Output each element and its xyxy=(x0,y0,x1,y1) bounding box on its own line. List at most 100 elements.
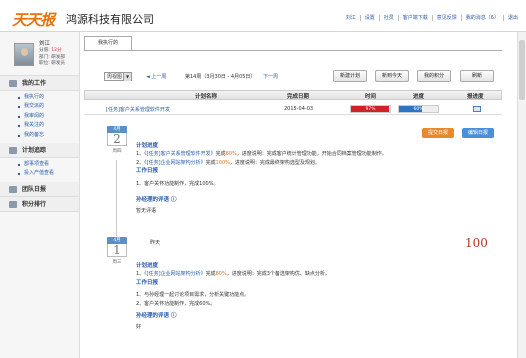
top-nav: 刘江 设置 社员 客户端下载 意见反馈 我的消息（6） 退出 xyxy=(342,15,522,21)
chevron-down-icon: ▼ xyxy=(123,73,131,81)
user-info: 刘江 分值: 12分 部门: 研发部 职位: 研发员 xyxy=(39,41,65,68)
top-link-settings[interactable]: 设置 xyxy=(359,15,379,21)
time-bar: 97% xyxy=(350,105,391,113)
work-item: 1、客户关怀功能制作，完成100%。 xyxy=(136,180,219,187)
dept-value: 研发部 xyxy=(51,54,66,60)
plan-item-link[interactable]: 《[任务]企业网站架构分析》 xyxy=(144,271,205,277)
user-name: 刘江 xyxy=(39,41,51,47)
sidebar-item-assigned[interactable]: 我交派的 xyxy=(0,102,79,111)
col-date: 完成日期 xyxy=(287,94,310,100)
scrollbar[interactable] xyxy=(517,32,526,358)
plan-item-link[interactable]: 《[任务]客户关系管理软件开发》 xyxy=(144,151,215,157)
review-title: 孙经理的评语 xyxy=(136,313,170,320)
date-day: 2 xyxy=(107,133,127,146)
section-my-work[interactable]: 我的工作 xyxy=(0,76,79,91)
date-weekday: 周三 xyxy=(112,260,122,265)
plan-item: 2、《[任务]企业网站架构分析》完成100%，进度说明：完成最终架构选型及规划。 xyxy=(136,159,387,167)
top-link-download[interactable]: 客户端下载 xyxy=(397,15,432,21)
plan-item: 1、《[任务]客户关系管理软件开发》完成60%，进度说明：完成客户统计管理功能，… xyxy=(136,150,387,158)
section-plan-tracking[interactable]: 计划追踪 xyxy=(0,143,79,159)
item-number: 1、 xyxy=(136,151,145,158)
work-item: 2、客户关怀功能制作，完成60%。 xyxy=(136,300,216,307)
section-ranking[interactable]: 积分排行 xyxy=(0,196,79,212)
chart-icon xyxy=(9,200,17,208)
help-icon[interactable]: ⓘ xyxy=(171,313,177,319)
top-link-members[interactable]: 社员 xyxy=(378,15,398,21)
date-weekday: 周四 xyxy=(112,149,122,154)
top-link-feedback[interactable]: 意见反馈 xyxy=(431,15,461,21)
work-report-heading: 工作日报 xyxy=(136,168,159,175)
progress-bar-label: 60% xyxy=(413,107,424,112)
sidebar-item-executing[interactable]: 我执行的 xyxy=(0,93,79,102)
section-label: 计划追踪 xyxy=(22,147,47,155)
plan-progress-heading: 计划进度 xyxy=(136,263,159,269)
title-value: 研发员 xyxy=(51,61,66,67)
sidebar-item-reviewing[interactable]: 我审阅的 xyxy=(0,112,79,121)
item-text: ，进度说明：完成3个备选架构优、缺点分析。 xyxy=(226,271,330,278)
item-percent: 80% xyxy=(215,271,227,278)
scrollbar-thumb[interactable] xyxy=(519,40,525,100)
plan-link[interactable]: [任务]客户关系管理软件开发 xyxy=(106,106,170,113)
tab-divider xyxy=(84,50,502,51)
review-text: 好 xyxy=(136,324,142,331)
refresh-button[interactable]: 刷新 xyxy=(460,70,494,82)
table-header: 计划名称 完成日期 时间 进度 报进度 xyxy=(84,90,502,100)
view-select-value: 周视图 xyxy=(107,74,123,80)
edit-daily-button[interactable]: 编辑日报 xyxy=(462,128,494,138)
item-number: 2、 xyxy=(136,159,145,166)
score-value: 100 xyxy=(465,236,488,250)
avatar[interactable] xyxy=(14,43,34,66)
title-label: 职位: xyxy=(39,61,50,67)
briefcase-icon xyxy=(9,80,17,87)
item-text: 完成 xyxy=(215,151,226,158)
toolbar: 周视图 ▼ ◄ 上一周 第14周（3月30日 - 4月05日） 下一周 新建计划 … xyxy=(84,70,502,84)
section-label: 积分排行 xyxy=(22,200,47,208)
help-icon[interactable]: ⓘ xyxy=(171,197,177,203)
next-week-link[interactable]: 下一周 xyxy=(263,73,278,80)
logo: 天天报 xyxy=(12,11,55,29)
main-panel: 我执行的 周视图 ▼ ◄ 上一周 第14周（3月30日 - 4月05日） 下一周 … xyxy=(84,32,526,358)
date-card: 4月 1 周三 xyxy=(107,237,127,265)
col-progress: 进度 xyxy=(413,94,425,100)
report-progress-icon[interactable] xyxy=(473,106,481,112)
today-button[interactable]: 新到今天 xyxy=(375,70,409,82)
company-name: 鸿源科技有限公司 xyxy=(66,13,154,26)
section-team-daily[interactable]: 团队日报 xyxy=(0,181,79,197)
score-value: 12分 xyxy=(51,47,62,53)
item-percent: 60% xyxy=(225,151,237,158)
sidebar: 刘江 分值: 12分 部门: 研发部 职位: 研发员 我的工作 我执行的 我交派… xyxy=(0,32,80,358)
plan-date: 2015-04-03 xyxy=(284,106,314,112)
tab-executing[interactable]: 我执行的 xyxy=(84,36,132,50)
score-label: 分值: xyxy=(39,47,50,53)
item-text: ，进度说明：完成客户统计管理功能，开始合同档案管理功能制作。 xyxy=(236,151,387,158)
view-select[interactable]: 周视图 ▼ xyxy=(104,72,132,81)
dept-label: 部门: xyxy=(39,54,50,60)
col-name: 计划名称 xyxy=(195,94,218,100)
sidebar-item-dept-view[interactable]: 部事项查看 xyxy=(0,160,79,169)
sidebar-item-following[interactable]: 我关注的 xyxy=(0,121,79,130)
sidebar-item-output-view[interactable]: 投入产值查看 xyxy=(0,169,79,178)
plan-progress-heading: 计划进度 xyxy=(136,143,159,149)
item-text: 完成 xyxy=(205,159,216,166)
top-link-user[interactable]: 刘江 xyxy=(342,15,360,21)
col-report: 报进度 xyxy=(467,94,484,100)
tracking-icon xyxy=(9,147,17,155)
user-profile: 刘江 分值: 12分 部门: 研发部 职位: 研发员 xyxy=(0,32,79,76)
plan-item-link[interactable]: 《[任务]企业网站架构分析》 xyxy=(144,160,205,166)
prev-week-link[interactable]: ◄ 上一周 xyxy=(146,73,166,80)
work-item: 1、与孙经理一起讨论项目需求，分析关键功能点。 xyxy=(136,292,250,299)
item-percent: 100% xyxy=(215,159,230,166)
sidebar-item-memo[interactable]: 我的备忘 xyxy=(0,131,79,140)
timeline-line xyxy=(116,160,117,236)
section-label: 团队日报 xyxy=(22,185,47,193)
my-points-button[interactable]: 我的积分 xyxy=(417,70,451,82)
top-link-logout[interactable]: 退出 xyxy=(502,15,522,21)
review-text: 暂无评语 xyxy=(136,208,157,215)
submit-daily-button[interactable]: 提交日报 xyxy=(422,128,454,138)
new-plan-button[interactable]: 新建计划 xyxy=(333,70,367,82)
review-title: 孙经理的评语 xyxy=(136,197,170,204)
top-link-messages[interactable]: 我的消息（6） xyxy=(460,15,503,21)
header: 天天报 鸿源科技有限公司 刘江 设置 社员 客户端下载 意见反馈 我的消息（6）… xyxy=(0,0,526,32)
review-heading: 孙经理的评语 ⓘ xyxy=(136,196,387,204)
item-text: 完成 xyxy=(205,271,216,278)
